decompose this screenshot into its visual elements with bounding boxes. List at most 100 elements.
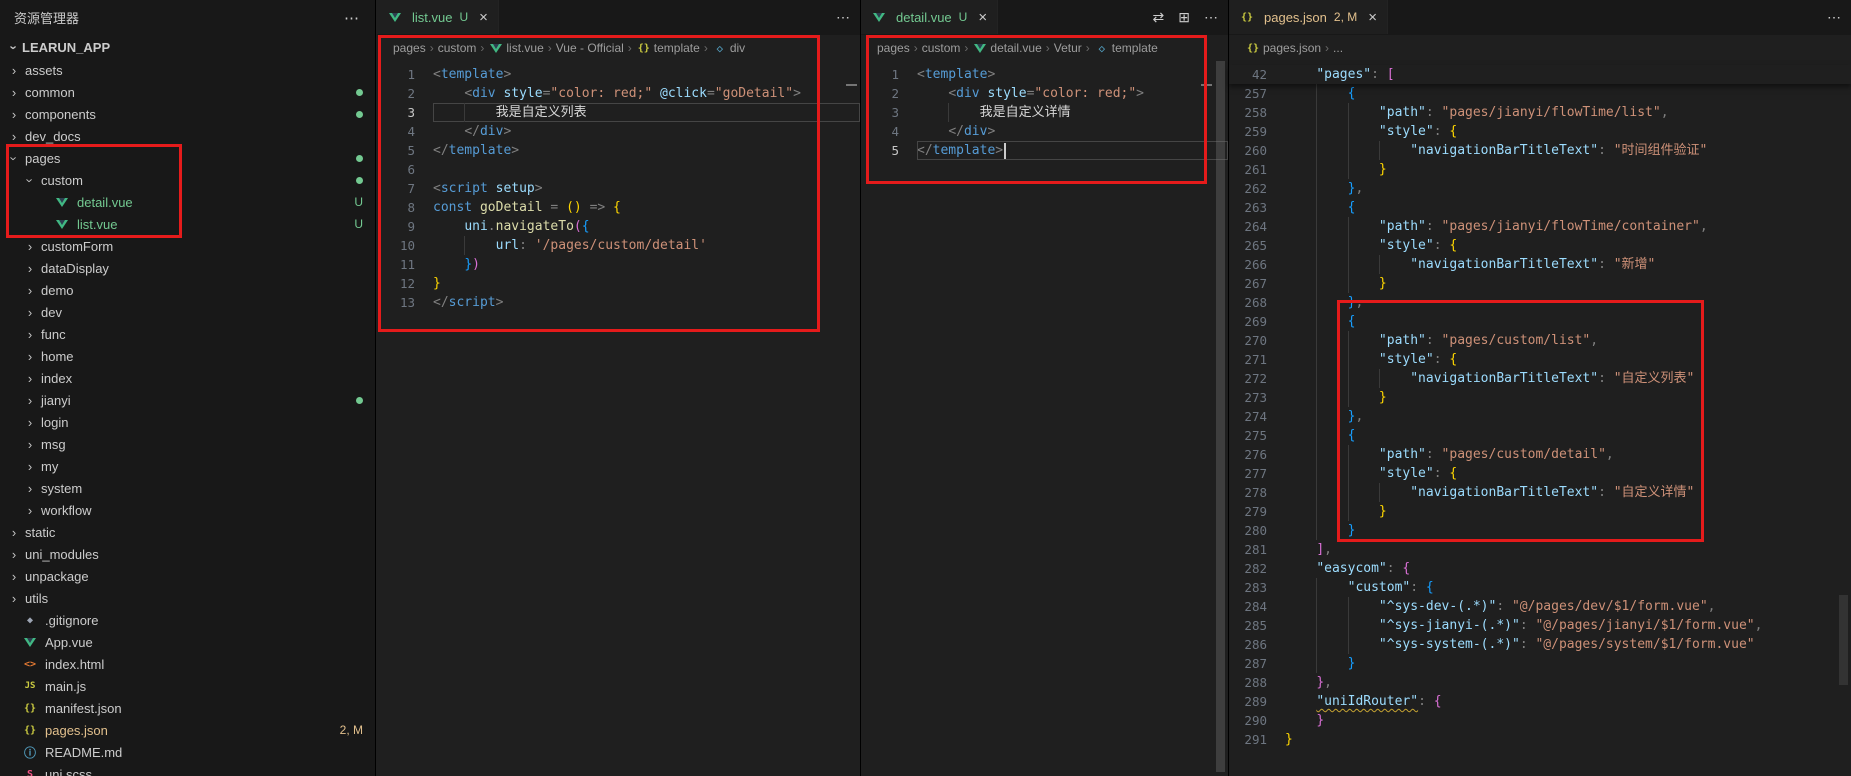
tree-item-common[interactable]: ›common <box>0 81 375 103</box>
code-line[interactable]: 284 "^sys-dev-(.*)": "@/pages/dev/$1/for… <box>1229 597 1851 616</box>
code-line[interactable]: 258 "path": "pages/jianyi/flowTime/list"… <box>1229 103 1851 122</box>
tab-pages.json[interactable]: {}pages.json2, M× <box>1229 0 1388 34</box>
tree-item-pages[interactable]: ›pages <box>0 147 375 169</box>
code-line[interactable]: 291} <box>1229 730 1851 749</box>
more-actions-icon[interactable]: ⋯ <box>1204 9 1218 26</box>
tree-item-my[interactable]: ›my <box>0 455 375 477</box>
code-line[interactable]: 7<script setup> <box>377 179 860 198</box>
code-line[interactable]: 6 <box>377 160 860 179</box>
code-line[interactable]: 289 "uniIdRouter": { <box>1229 692 1851 711</box>
tree-item-list.vue[interactable]: list.vueU <box>0 213 375 235</box>
code-line[interactable]: 274 }, <box>1229 407 1851 426</box>
tree-item-components[interactable]: ›components <box>0 103 375 125</box>
close-icon[interactable]: × <box>1368 10 1377 25</box>
code-line[interactable]: 9 uni.navigateTo({ <box>377 217 860 236</box>
tree-item-custom[interactable]: ›custom <box>0 169 375 191</box>
code-line[interactable]: 279 } <box>1229 502 1851 521</box>
tree-item-uni_modules[interactable]: ›uni_modules <box>0 543 375 565</box>
tree-item-index[interactable]: ›index <box>0 367 375 389</box>
code-line[interactable]: 290 } <box>1229 711 1851 730</box>
code-line[interactable]: 11 }) <box>377 255 860 274</box>
workspace-root[interactable]: › LEARUN_APP <box>0 35 375 59</box>
tree-item-App.vue[interactable]: App.vue <box>0 631 375 653</box>
more-actions-icon[interactable]: ⋯ <box>836 9 850 26</box>
code-line[interactable]: 286 "^sys-system-(.*)": "@/pages/system/… <box>1229 635 1851 654</box>
code-line[interactable]: 8const goDetail = () => { <box>377 198 860 217</box>
code-line[interactable]: 10 url: '/pages/custom/detail' <box>377 236 860 255</box>
breadcrumb-item-template[interactable]: {}template <box>636 40 700 56</box>
code-editor-list[interactable]: 1<template>2 <div style="color: red;" @c… <box>377 61 860 312</box>
tree-item-home[interactable]: ›home <box>0 345 375 367</box>
code-line[interactable]: 260 "navigationBarTitleText": "时间组件验证" <box>1229 141 1851 160</box>
code-line[interactable]: 5</template> <box>861 141 1228 160</box>
code-line[interactable]: 262 }, <box>1229 179 1851 198</box>
code-line[interactable]: 267 } <box>1229 274 1851 293</box>
breadcrumb-item-Vetur[interactable]: Vetur <box>1054 41 1082 55</box>
code-editor-json[interactable]: 42 "pages": [257 {258 "path": "pages/jia… <box>1229 61 1851 749</box>
tree-item-static[interactable]: ›static <box>0 521 375 543</box>
scrollbar[interactable] <box>1216 61 1225 772</box>
tree-item-index.html[interactable]: <>index.html <box>0 653 375 675</box>
breadcrumb-item-div[interactable]: ◇div <box>712 40 745 56</box>
close-icon[interactable]: × <box>479 10 488 25</box>
tree-item-customForm[interactable]: ›customForm <box>0 235 375 257</box>
code-line[interactable]: 278 "navigationBarTitleText": "自定义详情" <box>1229 483 1851 502</box>
tree-item-assets[interactable]: ›assets <box>0 59 375 81</box>
breadcrumb-item-custom[interactable]: custom <box>922 41 961 55</box>
tree-item-uni.scss[interactable]: Suni.scss <box>0 763 375 776</box>
tree-item-system[interactable]: ›system <box>0 477 375 499</box>
more-actions-icon[interactable]: ⋯ <box>1827 9 1841 26</box>
tree-item-utils[interactable]: ›utils <box>0 587 375 609</box>
tree-item-msg[interactable]: ›msg <box>0 433 375 455</box>
breadcrumb-item-template[interactable]: ◇template <box>1094 40 1158 56</box>
close-icon[interactable]: × <box>978 10 987 25</box>
code-line[interactable]: 266 "navigationBarTitleText": "新增" <box>1229 255 1851 274</box>
code-line[interactable]: 12} <box>377 274 860 293</box>
code-line[interactable]: 259 "style": { <box>1229 122 1851 141</box>
code-line[interactable]: 264 "path": "pages/jianyi/flowTime/conta… <box>1229 217 1851 236</box>
code-line[interactable]: 280 } <box>1229 521 1851 540</box>
tree-item-dev_docs[interactable]: ›dev_docs <box>0 125 375 147</box>
breadcrumb-item-...[interactable]: ... <box>1333 41 1343 55</box>
breadcrumb-item-Vue-Official[interactable]: Vue - Official <box>556 41 624 55</box>
tree-item-manifest.json[interactable]: {}manifest.json <box>0 697 375 719</box>
code-line[interactable]: 1<template> <box>861 65 1228 84</box>
tree-item-README.md[interactable]: ⓘREADME.md <box>0 741 375 763</box>
tree-item-detail.vue[interactable]: detail.vueU <box>0 191 375 213</box>
breadcrumb-item-pages[interactable]: pages <box>393 41 426 55</box>
code-line[interactable]: 257 { <box>1229 84 1851 103</box>
code-line[interactable]: 5</template> <box>377 141 860 160</box>
code-line[interactable]: 263 { <box>1229 198 1851 217</box>
code-line[interactable]: 269 { <box>1229 312 1851 331</box>
code-line[interactable]: 272 "navigationBarTitleText": "自定义列表" <box>1229 369 1851 388</box>
code-line[interactable]: 13</script> <box>377 293 860 312</box>
tree-item-pages.json[interactable]: {}pages.json2, M <box>0 719 375 741</box>
code-line[interactable]: 4 </div> <box>377 122 860 141</box>
code-line[interactable]: 4 </div> <box>861 122 1228 141</box>
code-editor-detail[interactable]: 1<template>2 <div style="color: red;">3 … <box>861 61 1228 160</box>
breadcrumb-item-custom[interactable]: custom <box>438 41 477 55</box>
code-line[interactable]: 288 }, <box>1229 673 1851 692</box>
breadcrumb-item-detail.vue[interactable]: detail.vue <box>972 40 1041 56</box>
compare-icon[interactable]: ⇄ <box>1153 9 1165 26</box>
tree-item-workflow[interactable]: ›workflow <box>0 499 375 521</box>
code-line[interactable]: 283 "custom": { <box>1229 578 1851 597</box>
code-line[interactable]: 270 "path": "pages/custom/list", <box>1229 331 1851 350</box>
code-line[interactable]: 3 我是自定义列表 <box>377 103 860 122</box>
code-line[interactable]: 285 "^sys-jianyi-(.*)": "@/pages/jianyi/… <box>1229 616 1851 635</box>
tree-item-dev[interactable]: ›dev <box>0 301 375 323</box>
tab-detail.vue[interactable]: detail.vueU× <box>861 0 998 34</box>
code-line[interactable]: 273 } <box>1229 388 1851 407</box>
tree-item-login[interactable]: ›login <box>0 411 375 433</box>
code-line[interactable]: 277 "style": { <box>1229 464 1851 483</box>
breadcrumb-item-pages.json[interactable]: {}pages.json <box>1245 40 1321 56</box>
tree-item-unpackage[interactable]: ›unpackage <box>0 565 375 587</box>
code-line[interactable]: 2 <div style="color: red;" @click="goDet… <box>377 84 860 103</box>
code-line[interactable]: 261 } <box>1229 160 1851 179</box>
code-line[interactable]: 1<template> <box>377 65 860 84</box>
code-line[interactable]: 281 ], <box>1229 540 1851 559</box>
tree-item-main.js[interactable]: JSmain.js <box>0 675 375 697</box>
code-line[interactable]: 2 <div style="color: red;"> <box>861 84 1228 103</box>
split-editor-icon[interactable]: ⊞ <box>1178 9 1190 26</box>
code-line[interactable]: 282 "easycom": { <box>1229 559 1851 578</box>
